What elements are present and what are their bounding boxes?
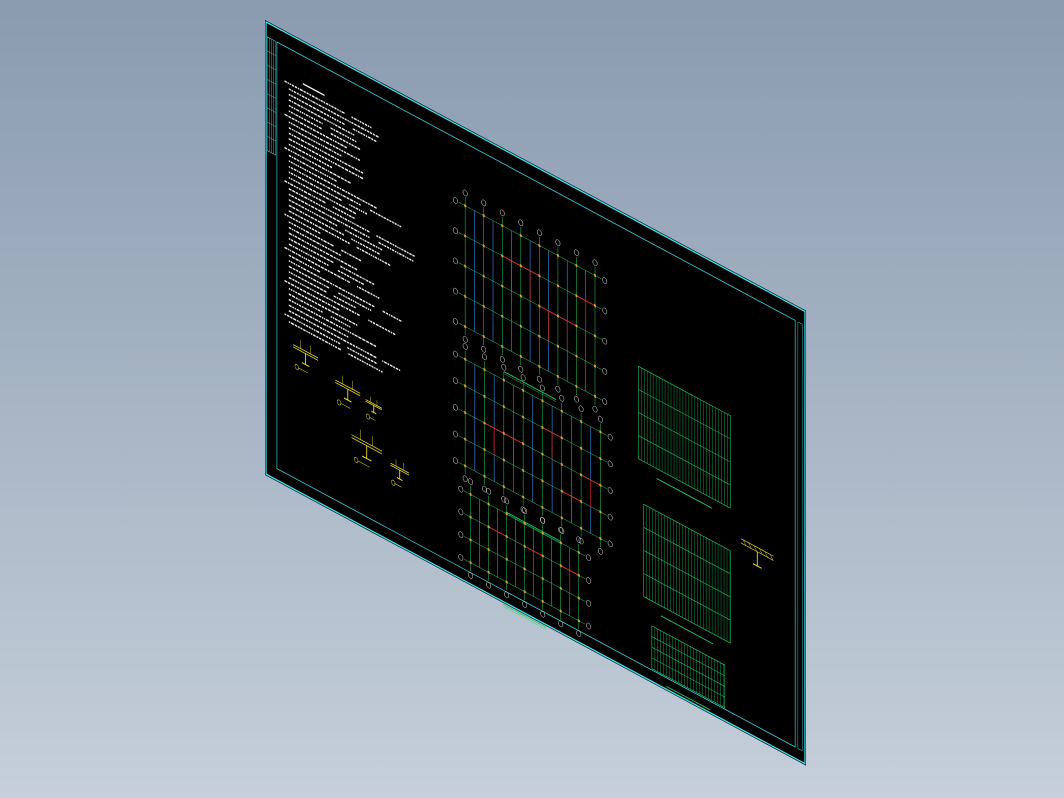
sheet-background	[265, 20, 807, 766]
cad-viewport[interactable]	[0, 0, 1064, 798]
drawing-sheet	[265, 20, 807, 766]
